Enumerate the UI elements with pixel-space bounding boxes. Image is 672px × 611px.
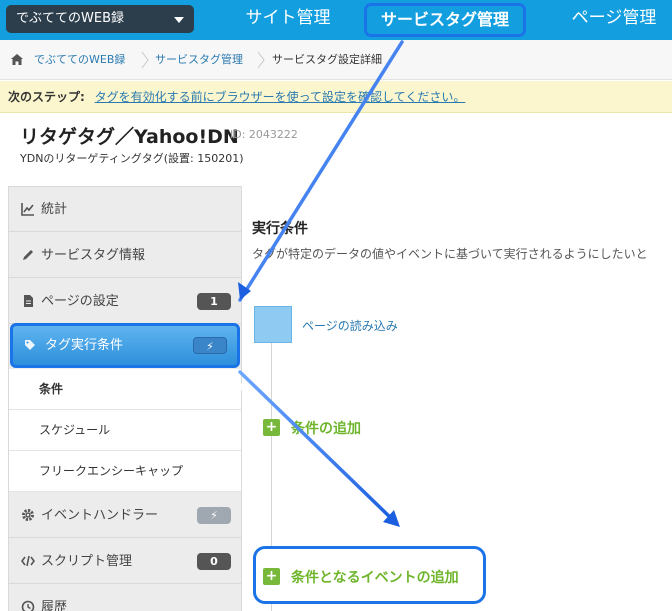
nav-service-tag-label: サービスタグ管理	[380, 10, 509, 29]
home-icon[interactable]	[11, 54, 23, 65]
page-load-event-icon[interactable]	[254, 306, 292, 343]
clock-icon	[21, 600, 35, 611]
document-icon	[24, 295, 33, 307]
sidebar-subitem-schedule[interactable]: スケジュール	[9, 410, 241, 451]
gear-icon	[22, 509, 34, 521]
count-badge: 0	[197, 553, 231, 570]
tag-icon	[25, 340, 35, 350]
section-description: タグが特定のデータの値やイベントに基づいて実行されるようにしたいと	[252, 247, 648, 261]
breadcrumb-item-current: サービスタグ設定詳細	[272, 53, 382, 66]
breadcrumb-separator-icon	[141, 51, 149, 69]
add-condition-label: 条件の追加	[291, 421, 361, 437]
code-icon	[21, 555, 35, 567]
sidebar-item-event-handler[interactable]: イベントハンドラー ⚡	[9, 493, 241, 538]
account-select[interactable]: でぶててのWEB録	[6, 5, 194, 33]
page-load-event-label[interactable]: ページの読み込み	[302, 317, 398, 334]
sidebar-subitem-conditions[interactable]: 条件	[9, 369, 241, 410]
sidebar-item-label: ページの設定	[41, 294, 119, 309]
sidebar-item-label: イベントハンドラー	[41, 508, 159, 523]
sidebar-item-page-settings[interactable]: ページの設定 1	[9, 279, 241, 324]
sidebar-item-tag-conditions[interactable]: タグ実行条件 ⚡	[10, 323, 240, 368]
breadcrumb: でぶててのWEB録 サービスタグ管理 サービスタグ設定詳細	[0, 40, 672, 80]
sidebar-item-label: タグ実行条件	[45, 338, 124, 353]
active-item-pointer	[235, 377, 245, 397]
lightning-icon: ⚡	[193, 337, 227, 354]
sidebar-item-label: サービスタグ情報	[41, 248, 146, 263]
pencil-icon	[23, 250, 33, 260]
next-step-label: 次のステップ:	[8, 90, 85, 104]
top-navigation-bar: でぶててのWEB録 サイト管理 サービスタグ管理 ページ管理	[0, 0, 672, 46]
breadcrumb-item-site[interactable]: でぶててのWEB録	[34, 53, 125, 67]
nav-page-management[interactable]: ページ管理	[556, 0, 672, 40]
plus-icon: +	[263, 419, 280, 436]
sidebar-subitem-frequency-cap[interactable]: フリークエンシーキャップ	[9, 451, 241, 492]
sidebar-item-history[interactable]: 履歴	[9, 585, 241, 611]
plus-icon: +	[263, 568, 280, 585]
sidebar-item-label: スクリプト管理	[41, 554, 133, 569]
chevron-down-icon	[174, 17, 184, 23]
sidebar-item-script-management[interactable]: スクリプト管理 0	[9, 539, 241, 584]
chart-icon	[21, 203, 34, 216]
next-step-link[interactable]: タグを有効化する前にブラウザーを使って設定を確認してください。	[95, 90, 466, 104]
sidebar-item-label: 統計	[41, 202, 68, 217]
tag-description: YDNのリターゲティングタグ(設置: 150201)	[20, 152, 244, 165]
sidebar-item-stats[interactable]: 統計	[9, 187, 241, 232]
nav-service-tag-management[interactable]: サービスタグ管理	[364, 3, 526, 46]
breadcrumb-separator-icon	[257, 51, 265, 69]
tag-id: ID: 2043222	[230, 128, 298, 141]
section-title: 実行条件	[252, 221, 308, 237]
add-condition-button[interactable]: + 条件の追加	[263, 418, 413, 438]
account-select-value: でぶててのWEB録	[16, 11, 124, 26]
page-title: リタゲタグ／Yahoo!DN	[20, 126, 239, 148]
sidebar-item-tag-info[interactable]: サービスタグ情報	[9, 233, 241, 278]
add-event-condition-button[interactable]: + 条件となるイベントの追加	[263, 567, 473, 587]
arrow-to-add-event	[238, 370, 400, 527]
lightning-icon: ⚡	[197, 507, 231, 524]
sidebar-item-label: 履歴	[41, 600, 68, 611]
next-step-banner: 次のステップ: タグを有効化する前にブラウザーを使って設定を確認してください。	[0, 81, 672, 113]
breadcrumb-item-service-tag[interactable]: サービスタグ管理	[155, 53, 243, 67]
nav-site-management[interactable]: サイト管理	[238, 0, 338, 40]
add-event-condition-label: 条件となるイベントの追加	[291, 570, 459, 586]
sidebar: 統計 サービスタグ情報 ページの設定 1 タグ実行条件 ⚡ 条件 スケジュール …	[8, 186, 245, 611]
count-badge: 1	[197, 293, 231, 310]
